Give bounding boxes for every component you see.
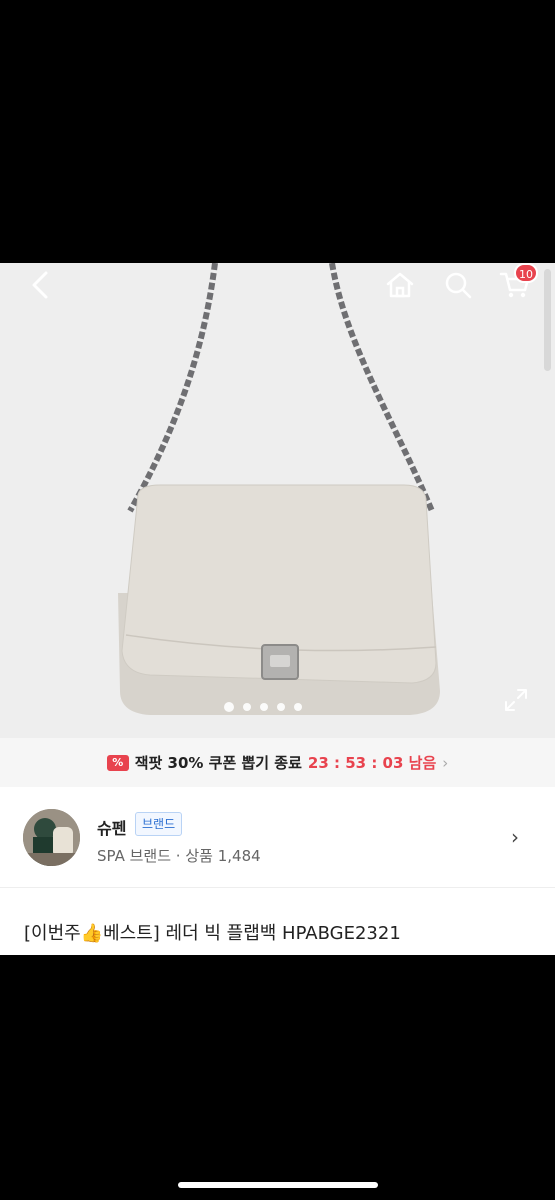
coupon-icon: %	[106, 754, 129, 771]
search-button[interactable]	[440, 267, 476, 303]
back-button[interactable]	[22, 267, 58, 303]
home-button[interactable]	[382, 267, 418, 303]
home-icon	[386, 272, 414, 298]
shop-avatar	[23, 809, 80, 866]
pagination-dot[interactable]	[260, 703, 268, 711]
product-image	[118, 263, 440, 715]
pagination-dot[interactable]	[224, 702, 234, 712]
promo-timer: 23 : 53 : 03 남음	[307, 754, 437, 772]
pagination-dot[interactable]	[277, 703, 285, 711]
coupon-promo-banner[interactable]: % 잭팟 30% 쿠폰 뽑기 종료 23 : 53 : 03 남음 ›	[0, 738, 555, 787]
promo-text: 잭팟 30% 쿠폰 뽑기 종료	[134, 754, 302, 772]
brand-badge: 브랜드	[135, 812, 183, 836]
expand-icon	[505, 689, 527, 711]
chevron-right-icon: ›	[511, 825, 519, 849]
chevron-left-icon	[32, 271, 48, 299]
product-image-gallery[interactable]: 10	[0, 263, 555, 738]
shop-name: 슈펜	[97, 819, 127, 838]
shop-info-row[interactable]: 슈펜 브랜드 SPA 브랜드 · 상품 1,484 ›	[0, 797, 555, 887]
home-indicator[interactable]	[178, 1182, 378, 1188]
cart-count-badge: 10	[514, 263, 538, 283]
fullscreen-button[interactable]	[501, 685, 531, 715]
app-screen: 10 % 잭팟 30% 쿠폰 뽑기 종료 23 : 53 : 03 남음 › 슈…	[0, 263, 555, 955]
search-icon	[445, 272, 472, 299]
top-nav-bar: 10	[0, 263, 555, 309]
pagination-dot[interactable]	[243, 703, 251, 711]
gallery-pagination	[224, 702, 302, 712]
chevron-right-icon: ›	[442, 753, 449, 772]
shop-meta: SPA 브랜드 · 상품 1,484	[97, 847, 261, 865]
pagination-dot[interactable]	[294, 703, 302, 711]
product-title: [이번주👍베스트] 레더 빅 플랩백 HPABGE2321	[24, 923, 401, 944]
scrollbar[interactable]	[544, 269, 551, 371]
divider	[0, 887, 555, 888]
